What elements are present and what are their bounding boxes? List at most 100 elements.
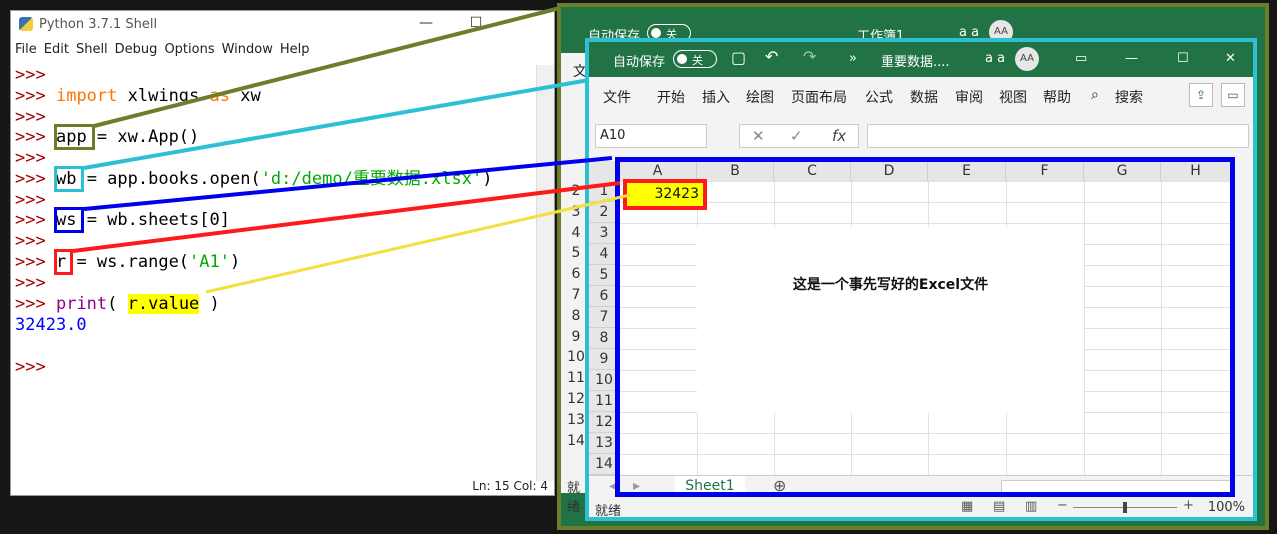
maximize-icon[interactable]: ☐ <box>1177 51 1189 66</box>
highlight-box-ws <box>54 207 84 233</box>
tab-home[interactable]: 开始 <box>657 87 685 107</box>
search-label[interactable]: 搜索 <box>1115 87 1143 107</box>
idle-titlebar: Python 3.7.1 Shell — ☐ <box>11 11 554 37</box>
page-break-view-icon[interactable]: ▥ <box>1025 499 1037 514</box>
prompt: >>> <box>15 148 46 168</box>
ribbon-display-icon[interactable]: ▭ <box>1075 51 1087 66</box>
font-size-button[interactable]: a a <box>985 51 1005 66</box>
tab-data[interactable]: 数据 <box>910 87 938 107</box>
code-text: = wb.sheets[0] <box>76 210 230 230</box>
menu-help[interactable]: Help <box>280 42 310 57</box>
prompt: >>> <box>15 231 46 251</box>
idle-scrollbar[interactable] <box>536 65 554 481</box>
menu-file[interactable]: File <box>15 42 37 57</box>
autosave-toggle[interactable]: 关 <box>673 50 717 68</box>
tab-insert[interactable]: 插入 <box>702 87 730 107</box>
vertical-scrollbar[interactable] <box>1235 157 1253 475</box>
name-box[interactable]: A10 <box>595 124 707 148</box>
python-logo-icon <box>19 17 33 31</box>
menu-debug[interactable]: Debug <box>115 42 158 57</box>
prompt: >>> <box>15 190 46 210</box>
more-commands-icon[interactable]: » <box>849 51 857 66</box>
module-name: xlwings <box>117 86 210 106</box>
module-alias: xw <box>230 86 261 106</box>
comments-icon[interactable]: ▭ <box>1221 83 1245 107</box>
highlight-box-wb <box>54 166 84 192</box>
zoom-out-icon[interactable]: − <box>1057 498 1068 513</box>
prompt: >>> <box>15 210 46 230</box>
highlight-box-r <box>54 249 73 275</box>
zoom-slider-thumb[interactable] <box>1123 502 1127 513</box>
idle-window-title: Python 3.7.1 Shell <box>39 16 158 32</box>
string-a1: 'A1' <box>189 252 230 272</box>
code-text: ) <box>230 252 241 272</box>
formula-bar-area: A10 ✕ ✓ fx <box>589 113 1253 158</box>
tab-formulas[interactable]: 公式 <box>865 87 893 107</box>
zoom-level[interactable]: 100% <box>1208 500 1245 515</box>
code-line-wb: >>> wb = app.books.open('d:/demo/重要数据.xl… <box>15 169 492 189</box>
maximize-button[interactable]: ☐ <box>461 15 491 31</box>
prompt: >>> <box>15 169 46 189</box>
highlight-box-range-a1 <box>623 179 707 210</box>
toggle-label: 关 <box>692 54 703 67</box>
page-layout-view-icon[interactable]: ▤ <box>993 499 1005 514</box>
tab-draw[interactable]: 绘图 <box>746 87 774 107</box>
builtin-print: print <box>55 294 108 314</box>
user-avatar[interactable]: AA <box>1015 47 1039 71</box>
idle-menubar: File Edit Shell Debug Options Window Hel… <box>11 37 554 61</box>
cancel-icon[interactable]: ✕ <box>752 127 765 145</box>
idle-shell-window: Python 3.7.1 Shell — ☐ File Edit Shell D… <box>10 10 555 496</box>
tab-page-layout[interactable]: 页面布局 <box>791 87 847 107</box>
menu-edit[interactable]: Edit <box>44 42 69 57</box>
keyword-as: as <box>209 86 230 106</box>
highlight-box-sheet <box>615 157 1235 497</box>
prompt: >>> <box>15 252 46 272</box>
print-output: 32423.0 <box>15 315 87 335</box>
confirm-icon[interactable]: ✓ <box>790 127 803 145</box>
close-icon[interactable]: ✕ <box>1225 51 1236 66</box>
minimize-icon[interactable]: — <box>1125 51 1138 66</box>
prompt: >>> <box>15 127 46 147</box>
prompt: >>> <box>15 357 46 377</box>
prompt: >>> <box>15 273 46 293</box>
code-text: ) <box>199 294 220 314</box>
share-icon[interactable]: ⇪ <box>1189 83 1213 107</box>
string-path: 'd:/demo/重要数据.xlsx' <box>260 169 483 189</box>
tab-review[interactable]: 审阅 <box>955 87 983 107</box>
menu-shell[interactable]: Shell <box>76 42 108 57</box>
prompt: >>> <box>15 294 46 314</box>
code-text: ) <box>482 169 493 189</box>
highlight-r-value: r.value <box>127 294 200 314</box>
code-text: = ws.range( <box>66 252 190 272</box>
idle-status-position: Ln: 15 Col: 4 <box>472 479 548 493</box>
save-icon[interactable]: ▢ <box>731 48 746 67</box>
zoom-in-icon[interactable]: + <box>1183 498 1194 513</box>
normal-view-icon[interactable]: ▦ <box>961 499 973 514</box>
keyword-import: import <box>55 86 118 106</box>
prompt: >>> <box>15 65 46 85</box>
formula-input[interactable] <box>867 124 1249 148</box>
code-line-ws: >>> ws = wb.sheets[0] <box>15 210 230 230</box>
menu-options[interactable]: Options <box>164 42 214 57</box>
tab-help[interactable]: 帮助 <box>1043 87 1071 107</box>
excel-window-important-data: 自动保存 关 ▢ ↶ ↷ » 重要数据.... a a AA ▭ — ☐ ✕ 文… <box>585 38 1257 521</box>
redo-icon[interactable]: ↷ <box>803 47 816 66</box>
undo-icon[interactable]: ↶ <box>765 47 778 66</box>
code-line-import: >>> import xlwings as xw <box>15 86 261 106</box>
window-title: 重要数据.... <box>881 55 950 70</box>
code-text: ( <box>107 294 128 314</box>
tab-file[interactable]: 文件 <box>603 87 631 107</box>
menu-window[interactable]: Window <box>222 42 273 57</box>
code-line-print: >>> print( r.value ) <box>15 294 220 314</box>
code-text: = app.books.open( <box>76 169 261 189</box>
prompt: >>> <box>15 107 46 127</box>
code-text: = xw.App() <box>86 127 200 147</box>
tab-view[interactable]: 视图 <box>999 87 1027 107</box>
search-icon[interactable]: ⌕ <box>1091 87 1099 103</box>
minimize-button[interactable]: — <box>411 15 441 31</box>
highlight-box-app <box>54 124 95 150</box>
status-bar: 就绪 ▦ ▤ ▥ − + 100% <box>589 497 1253 519</box>
formula-buttons: ✕ ✓ fx <box>739 124 859 148</box>
code-line-app: >>> app = xw.App() <box>15 127 199 147</box>
insert-function-icon[interactable]: fx <box>832 127 846 145</box>
